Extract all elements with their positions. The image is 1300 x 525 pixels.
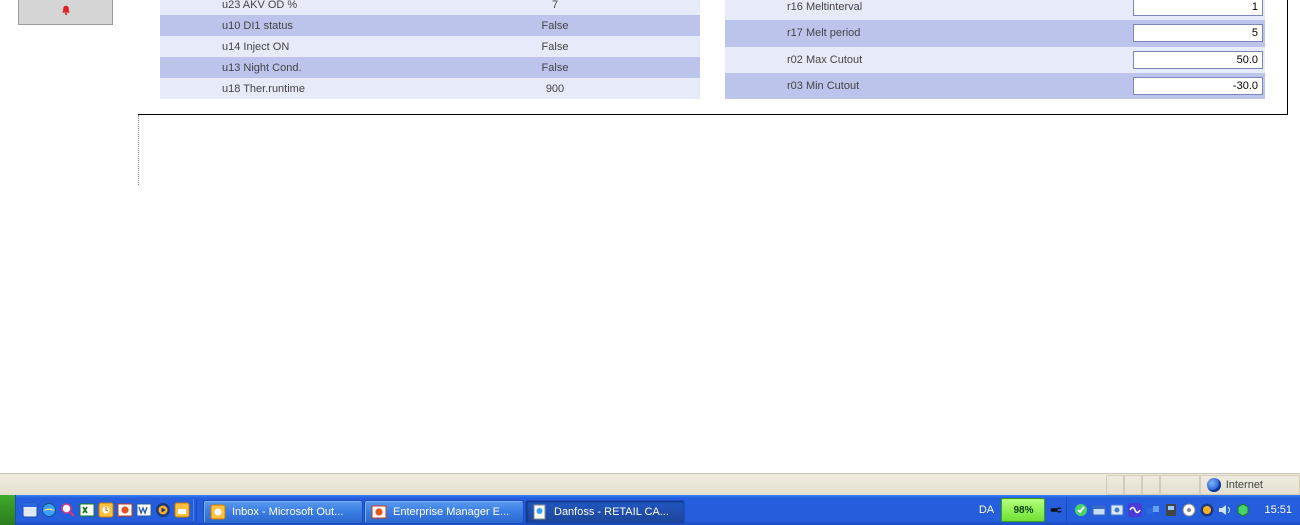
taskbar-divider bbox=[1066, 497, 1067, 523]
tray-icon[interactable] bbox=[1145, 502, 1161, 518]
ie-status-bar: Internet bbox=[0, 473, 1300, 495]
taskbar: Inbox - Microsoft Out... Enterprise Mana… bbox=[0, 495, 1300, 525]
taskbar-button[interactable]: Inbox - Microsoft Out... bbox=[203, 500, 363, 524]
taskbar-button-label: Danfoss - RETAIL CA... bbox=[554, 506, 669, 518]
outlook-icon[interactable] bbox=[98, 502, 114, 518]
taskbar-button[interactable]: Enterprise Manager E... bbox=[364, 500, 524, 524]
outlook-today-icon[interactable] bbox=[174, 502, 190, 518]
tray-icon[interactable] bbox=[1109, 502, 1125, 518]
taskbar-clock[interactable]: 15:51 bbox=[1256, 495, 1300, 525]
power-plug-icon bbox=[1047, 495, 1065, 525]
tray-icon[interactable] bbox=[1073, 502, 1089, 518]
tray-icon[interactable] bbox=[1235, 502, 1251, 518]
quick-launch bbox=[16, 495, 203, 525]
taskbar-button-label: Inbox - Microsoft Out... bbox=[232, 506, 343, 518]
system-tray bbox=[1068, 495, 1256, 525]
ie-zone-label: Internet bbox=[1226, 479, 1263, 491]
content-frame bbox=[138, 0, 1288, 115]
excel-icon[interactable] bbox=[79, 502, 95, 518]
ie-page-icon bbox=[532, 504, 548, 520]
start-button-edge[interactable] bbox=[0, 495, 16, 525]
word-icon[interactable] bbox=[136, 502, 152, 518]
sidebar-card bbox=[18, 0, 113, 25]
ie-status-pane bbox=[1106, 475, 1124, 495]
media-player-icon[interactable] bbox=[155, 502, 171, 518]
tray-icon[interactable] bbox=[1199, 502, 1215, 518]
taskbar-button-label: Enterprise Manager E... bbox=[393, 506, 509, 518]
dotted-divider bbox=[138, 115, 139, 185]
volume-icon[interactable] bbox=[1217, 502, 1233, 518]
ie-icon[interactable] bbox=[41, 502, 57, 518]
tray-icon[interactable] bbox=[1181, 502, 1197, 518]
powerpoint-icon[interactable] bbox=[117, 502, 133, 518]
tray-icon[interactable] bbox=[1127, 502, 1143, 518]
bell-icon bbox=[60, 5, 71, 16]
outlook-icon bbox=[210, 504, 226, 520]
language-indicator[interactable]: DA bbox=[973, 495, 999, 525]
ie-status-pane bbox=[1124, 475, 1142, 495]
ie-status-pane bbox=[1160, 475, 1200, 495]
ie-security-zone[interactable]: Internet bbox=[1200, 475, 1300, 495]
tray-icon[interactable] bbox=[1091, 502, 1107, 518]
taskbar-button[interactable]: Danfoss - RETAIL CA... bbox=[525, 500, 685, 524]
show-desktop-icon[interactable] bbox=[22, 502, 38, 518]
tray-icon[interactable] bbox=[1163, 502, 1179, 518]
globe-icon bbox=[1207, 478, 1221, 492]
powerpoint-icon bbox=[371, 504, 387, 520]
battery-indicator[interactable]: 98% bbox=[1001, 498, 1045, 522]
search-icon[interactable] bbox=[60, 502, 76, 518]
quick-launch-separator bbox=[193, 499, 197, 521]
ie-status-pane bbox=[1142, 475, 1160, 495]
taskbar-buttons: Inbox - Microsoft Out... Enterprise Mana… bbox=[203, 495, 685, 525]
